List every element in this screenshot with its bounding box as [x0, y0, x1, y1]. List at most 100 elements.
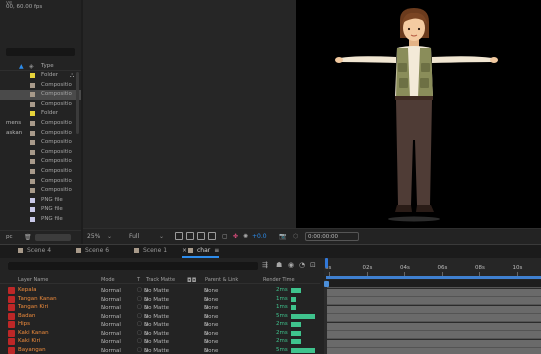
composition-flowchart-icon[interactable]: ⇶ — [262, 261, 268, 269]
project-item[interactable]: Folder ⛬ — [0, 71, 81, 81]
label-color-swatch[interactable] — [30, 73, 35, 78]
project-item[interactable]: Compositio — [0, 177, 81, 187]
tab-scene-4[interactable]: Scene 4 — [18, 247, 51, 258]
label-color-swatch[interactable] — [30, 111, 35, 117]
preserve-transparency-toggle[interactable]: ▢ — [137, 313, 142, 319]
motion-blur-icon[interactable]: ◔ — [299, 261, 305, 269]
project-search-input[interactable] — [6, 48, 75, 56]
timeline-search-input[interactable] — [8, 262, 258, 270]
project-item[interactable]: Compositio — [0, 90, 81, 100]
label-color-swatch[interactable] — [30, 207, 35, 213]
column-t[interactable]: T — [137, 277, 140, 283]
preserve-transparency-toggle[interactable]: ▢ — [137, 321, 142, 327]
trash-icon[interactable]: 🗑 — [24, 234, 32, 241]
project-item[interactable]: Compositio — [0, 100, 81, 110]
layer-label-color-icon[interactable] — [8, 329, 15, 337]
channel-icon[interactable]: ▢ — [222, 233, 228, 240]
time-ruler[interactable]: 0s 02s 04s 06s 08s 10s — [324, 258, 541, 276]
layer-label-color-icon[interactable] — [8, 312, 15, 320]
layer-name[interactable]: Tangan Kiri — [18, 304, 48, 310]
zoom-chevron-icon[interactable]: ⌄ — [107, 233, 112, 240]
project-item[interactable]: Compositio — [0, 157, 81, 167]
column-render-time[interactable]: Render Time — [263, 277, 295, 283]
label-color-swatch[interactable] — [30, 197, 35, 203]
column-layer-name[interactable]: Layer Name — [18, 277, 48, 283]
region-of-interest-icon[interactable] — [175, 232, 183, 240]
composition-canvas[interactable] — [296, 0, 541, 228]
project-scrollbar[interactable] — [76, 72, 79, 134]
project-item[interactable]: PNG file — [0, 196, 81, 206]
layer-label-color-icon[interactable] — [8, 295, 15, 303]
layer-duration-bar[interactable] — [327, 288, 541, 297]
current-time-indicator[interactable] — [325, 258, 328, 268]
zoom-dropdown[interactable]: 25% — [87, 233, 100, 240]
layer-name[interactable]: Badan — [18, 313, 36, 319]
layer-duration-bar[interactable] — [327, 331, 541, 339]
label-color-swatch[interactable] — [30, 159, 35, 165]
viewer-timecode[interactable]: 0:00:00:00 — [305, 232, 359, 241]
preserve-transparency-toggle[interactable]: ▢ — [137, 287, 142, 293]
snapshot-camera-icon[interactable]: 📷 — [279, 233, 286, 240]
column-type-header[interactable]: Type — [41, 63, 54, 69]
column-track-matte[interactable]: Track Matte — [146, 277, 175, 283]
project-item[interactable]: PNG file — [0, 205, 81, 215]
tab-menu-icon[interactable]: ≡ — [214, 247, 219, 254]
project-item[interactable]: Compositio — [0, 148, 81, 158]
column-mode[interactable]: Mode — [101, 277, 115, 283]
show-snapshot-icon[interactable]: ⬡ — [293, 233, 298, 240]
layer-label-color-icon[interactable] — [8, 346, 15, 354]
layer-duration-bar[interactable] — [327, 314, 541, 322]
label-color-swatch[interactable] — [30, 130, 35, 136]
label-color-swatch[interactable] — [30, 188, 35, 194]
label-color-swatch[interactable] — [30, 82, 35, 88]
work-area-bar[interactable] — [326, 276, 541, 279]
label-color-swatch[interactable] — [30, 216, 35, 222]
layer-duration-bar[interactable] — [324, 280, 541, 288]
layer-name[interactable]: Bayangan — [18, 347, 46, 353]
layer-duration-bar[interactable] — [327, 339, 541, 348]
layer-duration-bar[interactable] — [327, 297, 541, 305]
layer-name[interactable]: Tangan Kanan — [18, 296, 57, 302]
layer-label-color-icon[interactable] — [8, 287, 15, 294]
label-color-swatch[interactable] — [30, 178, 35, 184]
label-color-swatch[interactable] — [30, 120, 35, 126]
preserve-transparency-toggle[interactable]: ▢ — [137, 304, 142, 310]
matte-toggle-icons[interactable]: ◘◘ — [187, 277, 197, 284]
layer-name[interactable]: Kepala — [18, 287, 36, 293]
project-item[interactable]: mens Compositio — [0, 119, 81, 129]
label-color-swatch[interactable] — [30, 101, 35, 107]
layer-name[interactable]: Hips — [18, 321, 30, 327]
project-item[interactable]: PNG file — [0, 215, 81, 225]
label-color-swatch[interactable] — [30, 168, 35, 174]
project-item[interactable]: Compositio — [0, 138, 81, 148]
preserve-transparency-toggle[interactable]: ▢ — [137, 338, 142, 344]
exposure-value[interactable]: +0.0 — [252, 233, 267, 240]
mask-visibility-icon[interactable] — [197, 232, 205, 240]
column-parent-link[interactable]: Parent & Link — [205, 277, 238, 283]
layer-label-color-icon[interactable] — [8, 338, 15, 345]
layer-duration-bar[interactable] — [327, 348, 541, 354]
layer-name[interactable]: Kaki Kanan — [18, 330, 49, 336]
tab-char[interactable]: × char ≡ — [182, 247, 220, 258]
label-color-swatch[interactable] — [30, 149, 35, 155]
layer-name[interactable]: Kaki Kiri — [18, 338, 40, 344]
transparency-grid-icon[interactable] — [186, 232, 194, 240]
preserve-transparency-toggle[interactable]: ▢ — [137, 330, 142, 336]
resolution-dropdown[interactable]: Full — [129, 233, 139, 240]
layer-duration-bar[interactable] — [327, 322, 541, 331]
project-item[interactable]: Compositio — [0, 186, 81, 196]
color-management-icon[interactable]: ✤ — [233, 233, 238, 240]
project-bit-depth-bar[interactable] — [35, 234, 71, 241]
project-item[interactable]: Compositio — [0, 81, 81, 91]
preserve-transparency-toggle[interactable]: ▢ — [137, 296, 142, 302]
label-color-swatch[interactable] — [30, 140, 35, 146]
exposure-icon[interactable]: ✺ — [243, 233, 248, 240]
preserve-transparency-toggle[interactable]: ▢ — [137, 347, 142, 353]
layer-label-color-icon[interactable] — [8, 321, 15, 328]
shy-layers-icon[interactable]: ◉ — [288, 261, 294, 269]
project-item[interactable]: askan Compositio — [0, 129, 81, 139]
layer-row[interactable]: Bayangan Normal ⌄ ▢ ⊛ No Matte ⌄ ⊛ None ⌄ 5ms — [0, 346, 320, 354]
keyframe-marker-icon[interactable] — [324, 281, 329, 287]
label-tag-icon[interactable]: ◈ — [29, 63, 34, 70]
guide-options-icon[interactable] — [208, 232, 216, 240]
